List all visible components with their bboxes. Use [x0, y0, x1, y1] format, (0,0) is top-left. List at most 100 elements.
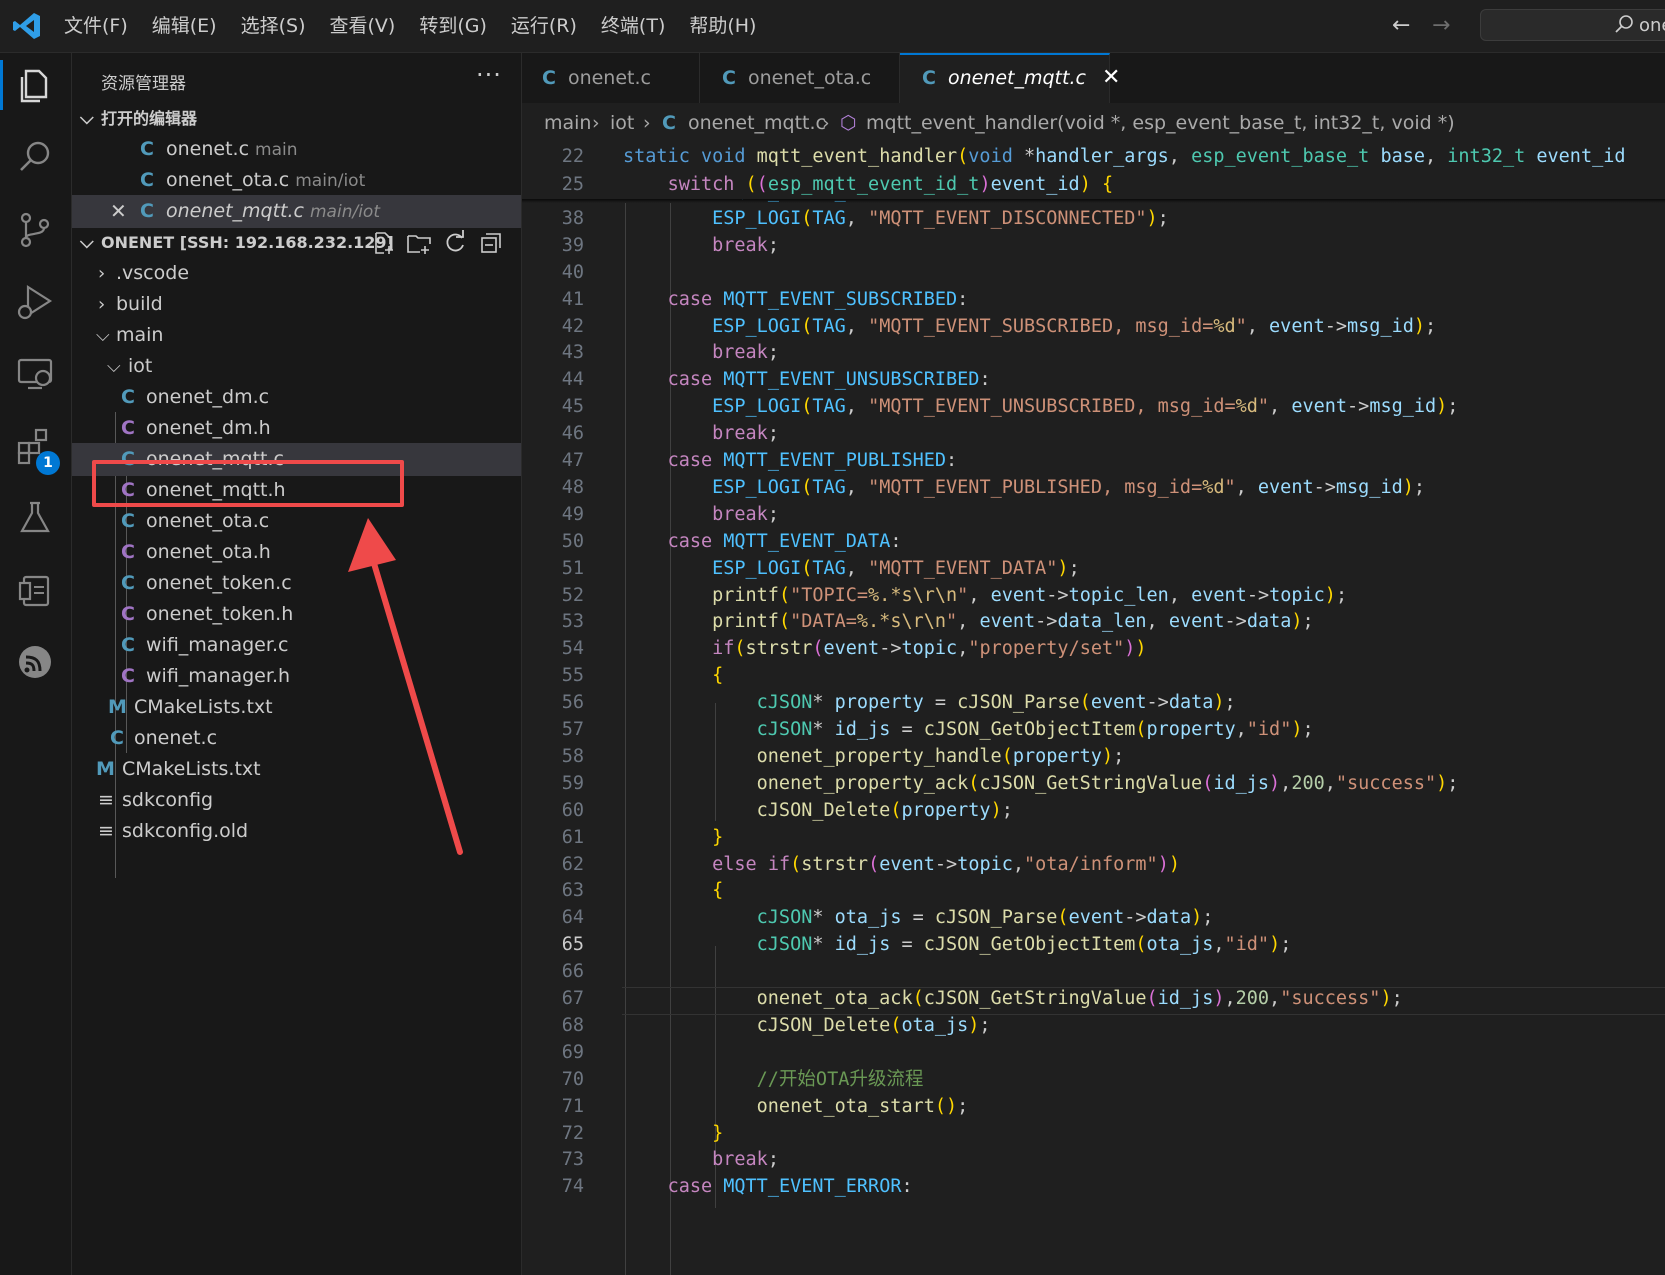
code-line: }: [712, 1122, 724, 1144]
tab-onenet-ota-c[interactable]: Conenet_ota.c: [700, 53, 900, 103]
tree-file[interactable]: C onenet_dm.h: [72, 412, 521, 445]
refresh-icon[interactable]: [442, 230, 468, 256]
command-center-search[interactable]: one: [1480, 9, 1665, 41]
code-line: if(strstr(event->topic,"property/set")): [712, 638, 1147, 660]
back-arrow-icon[interactable]: ←: [1392, 13, 1410, 38]
open-editor-item[interactable]: C onenet.c main: [72, 133, 521, 166]
workspace-header[interactable]: ⌵ ONENET [SSH: 192.168.232.129]: [72, 226, 521, 259]
more-actions-icon[interactable]: ···: [476, 61, 502, 89]
run-debug-icon[interactable]: [14, 281, 56, 323]
title-bar: 文件(F) 编辑(E) 选择(S) 查看(V) 转到(G) 运行(R) 终端(T…: [0, 0, 1665, 53]
menu-edit[interactable]: 编辑(E): [140, 0, 229, 52]
code-line: printf("TOPIC=%.*s\r\n", event->topic_le…: [712, 584, 1348, 606]
espressif-icon[interactable]: [14, 641, 56, 683]
clipboard-icon[interactable]: [14, 569, 56, 611]
tab-label: onenet_ota.c: [747, 67, 872, 89]
cmake-file-icon: M: [96, 758, 115, 780]
tree-item-label: main: [116, 324, 164, 346]
tree-item-label: sdkconfig: [122, 789, 214, 811]
menu-view[interactable]: 查看(V): [318, 0, 408, 52]
code-line: break;: [712, 1149, 779, 1171]
code-line: case MQTT_EVENT_DATA:: [667, 530, 902, 552]
code-line: onenet_ota_start();: [756, 1095, 969, 1117]
line-number: 52: [561, 584, 584, 606]
code-line: cJSON_Delete(ota_js);: [756, 1014, 991, 1036]
menu-bar: 文件(F) 编辑(E) 选择(S) 查看(V) 转到(G) 运行(R) 终端(T…: [52, 0, 768, 52]
line-number: 71: [561, 1095, 584, 1117]
menu-go[interactable]: 转到(G): [407, 0, 499, 52]
tree-item-label: CMakeLists.txt: [122, 758, 261, 780]
line-number: 70: [561, 1068, 584, 1090]
tree-item-label: wifi_manager.h: [146, 665, 291, 687]
line-number: 68: [561, 1014, 584, 1036]
search-icon[interactable]: [14, 137, 56, 179]
close-icon[interactable]: ✕: [110, 195, 127, 228]
testing-icon[interactable]: [14, 497, 56, 539]
line-number: 69: [561, 1041, 584, 1063]
tree-folder-iot[interactable]: ⌵ iot: [72, 350, 521, 383]
line-number: 59: [561, 772, 584, 794]
chevron-right-icon: ›: [98, 294, 106, 315]
chevron-down-icon: ⌵: [96, 325, 110, 346]
code-line: {: [712, 665, 724, 687]
open-editor-item-active[interactable]: ✕ C onenet_mqtt.c main/iot: [72, 195, 521, 228]
h-file-icon: C: [121, 417, 135, 439]
breadcrumb-item[interactable]: mqtt_event_handler(void *, esp_event_bas…: [866, 103, 1455, 143]
symbol-method-icon: ⬡: [840, 112, 857, 134]
close-icon[interactable]: ✕: [1102, 65, 1120, 90]
breadcrumb-item[interactable]: onenet_mqtt.c: [688, 103, 826, 143]
open-editor-item[interactable]: C onenet_ota.c main/iot: [72, 164, 521, 197]
source-control-icon[interactable]: [14, 209, 56, 251]
remote-explorer-icon[interactable]: [14, 353, 56, 395]
menu-selection[interactable]: 选择(S): [229, 0, 318, 52]
code-line: onenet_property_handle(property);: [756, 745, 1125, 767]
code-line: else if(strstr(event->topic,"ota/inform"…: [712, 853, 1180, 875]
sticky-scroll: 22 static void mqtt_event_handler(void *…: [522, 143, 1665, 199]
breadcrumb-item[interactable]: main: [544, 103, 591, 143]
tree-item-label: onenet_token.h: [146, 603, 294, 625]
line-number: 60: [561, 799, 584, 821]
line-number: 45: [561, 396, 584, 418]
line-number: 49: [561, 503, 584, 525]
vscode-logo-icon: [13, 13, 40, 39]
cmake-file-icon: M: [108, 696, 127, 718]
c-file-icon: C: [542, 67, 556, 89]
new-folder-icon[interactable]: [406, 230, 432, 256]
menu-terminal[interactable]: 终端(T): [589, 0, 677, 52]
tree-item-label: iot: [128, 355, 153, 377]
tree-file[interactable]: C onenet_dm.c: [72, 381, 521, 414]
open-editors-header[interactable]: ⌵ 打开的编辑器: [72, 102, 521, 135]
tree-item-label: onenet_ota.c: [146, 510, 270, 532]
code-editor[interactable]: 37 case MQTT_EVENT_DISCONNECTED:38 ESP_L…: [522, 143, 1665, 1275]
tree-folder-build[interactable]: › build: [72, 288, 521, 321]
h-file-icon: C: [121, 665, 135, 687]
code-line: cJSON* ota_js = cJSON_Parse(event->data)…: [756, 907, 1214, 929]
tab-onenet-mqtt-c[interactable]: Conenet_mqtt.c ✕: [900, 53, 1120, 103]
tree-item-label: .vscode: [116, 262, 190, 284]
explorer-icon[interactable]: [14, 65, 56, 107]
tab-label: onenet.c: [567, 67, 651, 89]
collapse-all-icon[interactable]: [478, 230, 504, 256]
line-number: 65: [561, 934, 584, 956]
c-file-icon: C: [110, 727, 124, 749]
line-number: 74: [561, 1176, 584, 1198]
forward-arrow-icon[interactable]: →: [1432, 13, 1450, 38]
editor-tabs: Conenet.c Conenet_ota.c Conenet_mqtt.c ✕: [522, 53, 1665, 104]
tree-folder-main[interactable]: ⌵ main: [72, 319, 521, 352]
code-line: cJSON* id_js = cJSON_GetObjectItem(prope…: [756, 719, 1314, 740]
tree-folder-vscode[interactable]: › .vscode: [72, 257, 521, 290]
sticky-line: switch ((esp_mqtt_event_id_t)event_id) {: [667, 174, 1114, 195]
menu-help[interactable]: 帮助(H): [677, 0, 768, 52]
code-line: case MQTT_EVENT_UNSUBSCRIBED:: [667, 369, 991, 391]
tab-onenet-c[interactable]: Conenet.c: [522, 53, 700, 103]
breadcrumb-item[interactable]: iot: [610, 103, 634, 143]
code-line: break;: [712, 423, 779, 445]
line-number: 57: [561, 719, 584, 740]
tree-item-label: onenet_dm.h: [146, 417, 271, 439]
menu-file[interactable]: 文件(F): [52, 0, 140, 52]
config-file-icon: ≡: [98, 820, 114, 842]
menu-run[interactable]: 运行(R): [499, 0, 589, 52]
new-file-icon[interactable]: [370, 230, 396, 256]
line-number: 39: [561, 234, 584, 256]
line-number: 73: [561, 1149, 584, 1171]
